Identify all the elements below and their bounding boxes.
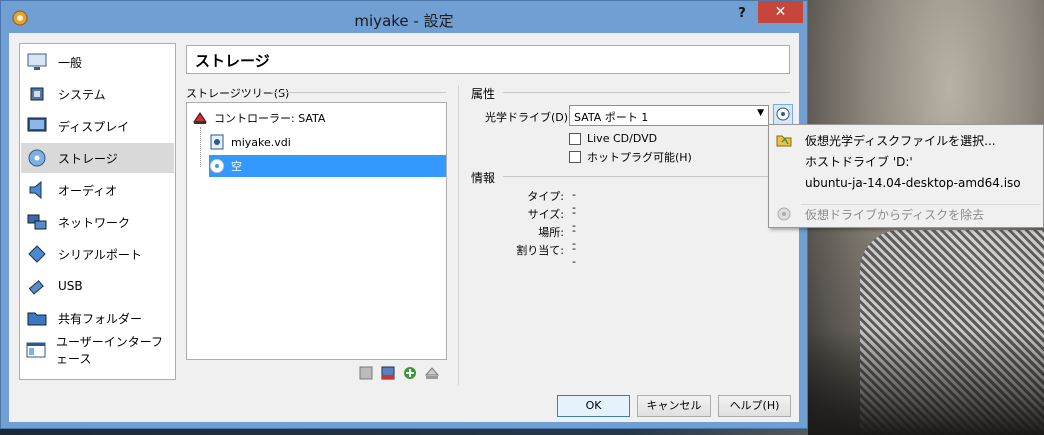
- add-attachment-icon[interactable]: [402, 365, 418, 381]
- sidebar-item-label: システム: [58, 87, 106, 102]
- menu-item-choose-disc-file[interactable]: 仮想光学ディスクファイルを選択...: [769, 129, 1039, 151]
- help-dialog-button[interactable]: ヘルプ(H): [718, 395, 791, 417]
- divider: [503, 92, 790, 93]
- info-value: --: [572, 242, 576, 268]
- tree-item-optical-drive[interactable]: 空: [209, 155, 446, 177]
- titlebar[interactable]: miyake - 設定 ? ✕: [1, 1, 807, 35]
- chip-icon: [26, 83, 48, 105]
- sidebar-item-usb[interactable]: USB: [21, 271, 174, 301]
- divider: [503, 176, 790, 177]
- folder-open-icon: [776, 132, 792, 148]
- close-button[interactable]: ✕: [758, 1, 803, 23]
- menu-item-host-drive[interactable]: ホストドライブ 'D:': [769, 150, 1039, 172]
- hotplug-label: ホットプラグ可能(H): [587, 151, 692, 164]
- optical-drive-value: SATA ポート 1: [574, 111, 649, 124]
- dialog-body: 一般 システム ディスプレイ ストレージ オーディオ ネットワーク シリアルポー…: [9, 33, 799, 422]
- disc-context-menu: 仮想光学ディスクファイルを選択... ホストドライブ 'D:' ubuntu-j…: [768, 124, 1044, 228]
- sidebar-item-network[interactable]: ネットワーク: [21, 207, 174, 237]
- divider: [458, 85, 459, 385]
- sidebar-item-label: ネットワーク: [58, 215, 131, 230]
- sidebar-item-audio[interactable]: オーディオ: [21, 175, 174, 205]
- background-photo-shadow: [808, 330, 1044, 435]
- tree-item-label: 空: [231, 160, 242, 173]
- add-controller-icon[interactable]: [358, 365, 374, 381]
- sidebar-item-serial-port[interactable]: シリアルポート: [21, 239, 174, 269]
- choose-disc-button[interactable]: [773, 104, 793, 126]
- info-key: タイプ:: [527, 190, 564, 203]
- sidebar-item-system[interactable]: システム: [21, 79, 174, 109]
- tree-item-label: コントローラー: SATA: [214, 112, 326, 125]
- sidebar-item-label: ユーザーインターフェース: [56, 335, 164, 366]
- remove-attachment-icon[interactable]: [424, 365, 440, 381]
- sidebar-item-label: オーディオ: [58, 183, 118, 198]
- help-button[interactable]: ?: [731, 6, 753, 26]
- sidebar-item-label: USB: [58, 279, 83, 293]
- sidebar-item-shared-folders[interactable]: 共有フォルダー: [21, 303, 174, 333]
- divider: [271, 92, 446, 93]
- hard-disk-icon: [209, 134, 225, 150]
- optical-disc-icon: [209, 158, 225, 174]
- info-label: 情報: [471, 171, 496, 185]
- storage-tree[interactable]: コントローラー: SATA miyake.vdi 空: [186, 102, 447, 360]
- chevron-down-icon: ▼: [757, 108, 764, 118]
- controller-icon: [192, 110, 208, 126]
- display-icon: [26, 115, 48, 137]
- optical-drive-select[interactable]: SATA ポート 1 ▼: [569, 105, 769, 126]
- sidebar-item-user-interface[interactable]: ユーザーインターフェース: [21, 335, 174, 366]
- optical-drive-label: 光学ドライブ(D):: [485, 111, 572, 124]
- hotplug-checkbox[interactable]: ホットプラグ可能(H): [569, 149, 692, 165]
- live-cd-checkbox[interactable]: Live CD/DVD: [569, 132, 657, 145]
- menu-item-label: 仮想ドライブからディスクを除去: [805, 207, 985, 222]
- info-key: 場所:: [538, 226, 564, 239]
- monitor-icon: [26, 51, 48, 73]
- remove-controller-icon[interactable]: [380, 365, 396, 381]
- tree-item-disk[interactable]: miyake.vdi: [209, 131, 439, 153]
- eject-disc-icon: [776, 206, 792, 222]
- tree-item-label: miyake.vdi: [231, 135, 291, 149]
- page-title: ストレージ: [186, 45, 790, 74]
- menu-item-label: 仮想光学ディスクファイルを選択...: [805, 133, 996, 148]
- checkbox-box: [569, 132, 581, 145]
- info-key: サイズ:: [527, 208, 564, 221]
- sidebar-item-storage[interactable]: ストレージ: [21, 143, 174, 173]
- settings-window: miyake - 設定 ? ✕ 一般 システム ディスプレイ ストレージ オーデ…: [0, 0, 808, 429]
- sidebar-item-general[interactable]: 一般: [21, 47, 174, 77]
- ok-button[interactable]: OK: [557, 395, 630, 417]
- checkbox-box: [569, 151, 581, 163]
- serial-port-icon: [26, 243, 48, 265]
- menu-item-label: ubuntu-ja-14.04-desktop-amd64.iso: [805, 176, 1021, 190]
- sidebar-item-label: シリアルポート: [58, 247, 142, 262]
- tree-item-controller[interactable]: コントローラー: SATA: [192, 107, 442, 129]
- sidebar-item-display[interactable]: ディスプレイ: [21, 111, 174, 141]
- network-icon: [26, 211, 48, 233]
- tree-connector: [200, 127, 201, 167]
- menu-item-iso[interactable]: ubuntu-ja-14.04-desktop-amd64.iso: [769, 172, 1039, 194]
- ui-icon: [26, 339, 46, 361]
- speaker-icon: [26, 179, 48, 201]
- settings-sidebar: 一般 システム ディスプレイ ストレージ オーディオ ネットワーク シリアルポー…: [19, 43, 176, 380]
- window-title: miyake - 設定: [354, 12, 454, 30]
- sidebar-item-label: ストレージ: [58, 151, 118, 166]
- menu-item-remove-disc[interactable]: 仮想ドライブからディスクを除去: [769, 203, 1039, 225]
- sidebar-item-label: ディスプレイ: [58, 119, 130, 134]
- info-key: 割り当て:: [516, 244, 564, 257]
- sidebar-item-label: 一般: [58, 55, 83, 70]
- optical-disc-icon: [776, 107, 790, 124]
- live-cd-label: Live CD/DVD: [587, 132, 658, 145]
- sidebar-item-label: 共有フォルダー: [58, 311, 143, 326]
- usb-icon: [26, 275, 48, 297]
- storage-icon: [26, 147, 48, 169]
- storage-tree-label: ストレージツリー(S): [186, 87, 290, 100]
- cancel-button[interactable]: キャンセル: [637, 395, 711, 417]
- folder-icon: [26, 307, 48, 329]
- menu-item-label: ホストドライブ 'D:': [805, 154, 913, 169]
- attributes-label: 属性: [471, 87, 496, 101]
